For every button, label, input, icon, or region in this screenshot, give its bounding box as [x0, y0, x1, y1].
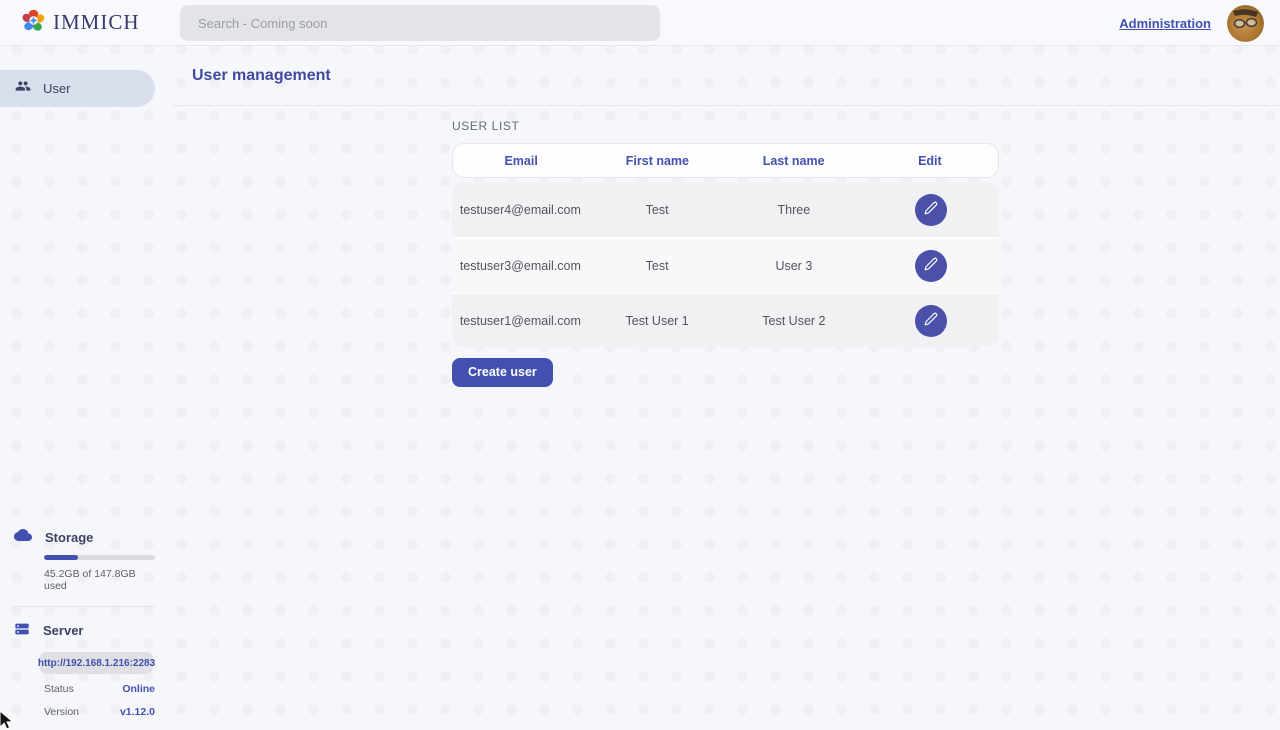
- user-table-body: testuser4@email.comTestThreetestuser3@em…: [452, 182, 999, 347]
- page-title-bar: User management: [172, 46, 1280, 106]
- create-user-button[interactable]: Create user: [452, 358, 553, 387]
- table-row: testuser3@email.comTestUser 3: [452, 237, 999, 292]
- immich-logo-icon: [20, 7, 47, 39]
- app-header: IMMICH Administration: [0, 0, 1280, 46]
- brand-name: IMMICH: [53, 10, 140, 35]
- user-table-header: Email First name Last name Edit: [452, 143, 999, 178]
- cell-email: testuser3@email.com: [452, 259, 589, 273]
- cell-first-name: Test: [589, 259, 726, 273]
- edit-user-button[interactable]: [915, 194, 947, 226]
- page-title: User management: [192, 67, 331, 85]
- cell-edit: [862, 194, 999, 226]
- cell-email: testuser1@email.com: [452, 314, 589, 328]
- cell-edit: [862, 250, 999, 282]
- sidebar-item-user-label: User: [43, 81, 70, 96]
- table-row: testuser4@email.comTestThree: [452, 182, 999, 237]
- server-version-label: Version: [44, 706, 79, 718]
- storage-title: Storage: [45, 528, 93, 545]
- column-header-last-name: Last name: [726, 154, 862, 168]
- edit-user-button[interactable]: [915, 250, 947, 282]
- storage-progress-fill: [44, 555, 78, 560]
- cell-last-name: Test User 2: [726, 314, 863, 328]
- server-status-label: Status: [44, 683, 74, 695]
- sidebar-divider: [12, 606, 155, 607]
- cell-edit: [862, 305, 999, 337]
- column-header-edit: Edit: [862, 154, 998, 168]
- server-title: Server: [43, 621, 83, 638]
- sidebar-item-user[interactable]: User: [0, 70, 155, 107]
- cell-last-name: User 3: [726, 259, 863, 273]
- cell-last-name: Three: [726, 203, 863, 217]
- sidebar-footer: Storage 45.2GB of 147.8GB used Server ht…: [0, 528, 156, 720]
- cloud-icon: [14, 528, 32, 547]
- pencil-icon: [924, 201, 938, 218]
- user-avatar[interactable]: [1227, 5, 1264, 42]
- storage-progress-bar: [44, 555, 155, 560]
- search-input[interactable]: [180, 5, 660, 41]
- server-status-value: Online: [122, 683, 155, 695]
- main-content: User management USER LIST Email First na…: [172, 46, 1280, 730]
- mouse-cursor: [0, 709, 16, 730]
- administration-link[interactable]: Administration: [1119, 16, 1211, 31]
- cell-first-name: Test: [589, 203, 726, 217]
- column-header-first-name: First name: [589, 154, 725, 168]
- users-icon: [15, 78, 31, 99]
- sidebar: User Storage 45.2GB of 147.8GB used: [0, 46, 156, 730]
- edit-user-button[interactable]: [915, 305, 947, 337]
- brand[interactable]: IMMICH: [20, 7, 140, 39]
- table-row: testuser1@email.comTest User 1Test User …: [452, 292, 999, 347]
- user-list-section-label: USER LIST: [452, 119, 999, 133]
- server-icon: [14, 621, 30, 642]
- server-url-badge: http://192.168.1.216:2283: [40, 652, 153, 674]
- cell-first-name: Test User 1: [589, 314, 726, 328]
- column-header-email: Email: [453, 154, 589, 168]
- cell-email: testuser4@email.com: [452, 203, 589, 217]
- pencil-icon: [924, 312, 938, 329]
- server-version-value: v1.12.0: [120, 706, 155, 718]
- storage-usage-text: 45.2GB of 147.8GB used: [44, 568, 156, 592]
- pencil-icon: [924, 257, 938, 274]
